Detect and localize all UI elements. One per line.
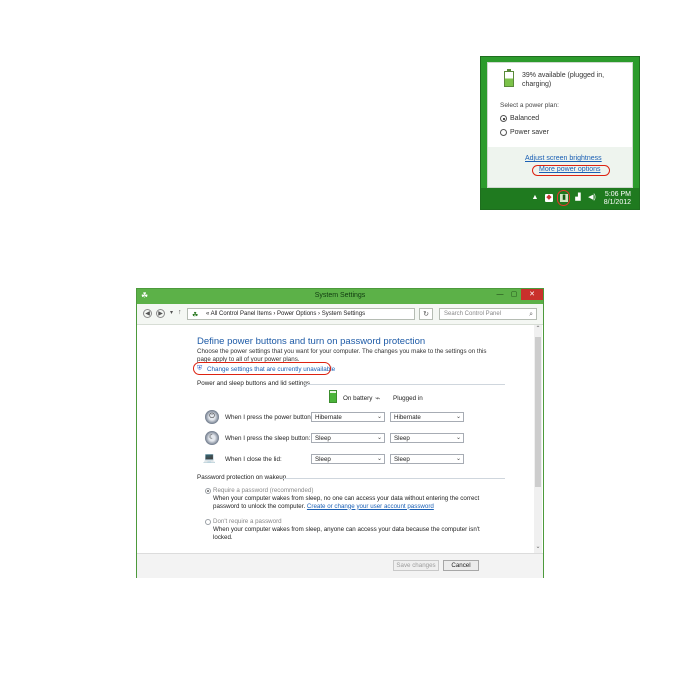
search-input[interactable]: Search Control Panel ⌕ — [439, 308, 537, 320]
plan-power-saver[interactable]: Power saver — [500, 129, 549, 136]
power-button-icon: ⏻ — [205, 410, 219, 424]
address-bar: ◀ ▶ ▾ ↑ ☘ « All Control Panel Items › Po… — [137, 304, 543, 325]
taskbar: ▲ ◆ ▮ ▟ ◀) 5:06 PM 8/1/2012 — [481, 188, 639, 209]
section-divider — [305, 384, 505, 385]
system-settings-window: ☘ System Settings — ▢ ✕ ◀ ▶ ▾ ↑ ☘ « All … — [136, 288, 544, 578]
radio-balanced[interactable] — [500, 115, 507, 122]
no-password-text: When your computer wakes from sleep, any… — [213, 526, 480, 541]
power-button-plugged-in-select[interactable]: Hibernate ⌄ — [390, 412, 464, 422]
maximize-button[interactable]: ▢ — [507, 289, 521, 300]
content-area: Define power buttons and turn on passwor… — [137, 325, 535, 553]
refresh-button[interactable]: ↻ — [419, 308, 433, 320]
col-plugged-in: Plugged in — [393, 395, 423, 402]
col-on-battery: On battery — [343, 395, 373, 402]
address-field[interactable]: ☘ « All Control Panel Items › Power Opti… — [187, 308, 415, 320]
no-password-label: Don't require a password — [213, 518, 282, 525]
page-description: Choose the power settings that you want … — [197, 348, 487, 363]
chevron-down-icon: ⌄ — [376, 435, 382, 441]
chevron-down-icon: ⌄ — [455, 414, 461, 420]
scroll-thumb[interactable] — [535, 337, 541, 487]
radio-no-password[interactable] — [205, 519, 211, 525]
sleep-button-plugged-in-value: Sleep — [394, 435, 410, 442]
title-bar[interactable]: ☘ System Settings — ▢ ✕ — [137, 289, 543, 304]
control-panel-address-icon: ☘ — [192, 312, 199, 319]
close-lid-plugged-in-select[interactable]: Sleep ⌄ — [390, 454, 464, 464]
plan-power-saver-label: Power saver — [510, 129, 549, 136]
create-password-link[interactable]: Create or change your user account passw… — [307, 503, 434, 510]
plan-balanced[interactable]: Balanced — [500, 115, 539, 122]
security-icon[interactable]: ◆ — [545, 194, 553, 202]
close-lid-plugged-in-value: Sleep — [394, 456, 410, 463]
sleep-button-on-battery-select[interactable]: Sleep ⌄ — [311, 433, 385, 443]
radio-require-password[interactable] — [205, 488, 211, 494]
highlight-oval-battery-tray — [557, 190, 570, 206]
window-title: System Settings — [314, 292, 366, 299]
address-path: « All Control Panel Items › Power Option… — [206, 311, 366, 317]
battery-icon — [504, 69, 514, 87]
highlight-oval-change-settings — [193, 362, 331, 375]
laptop-lid-icon: 💻 — [203, 453, 216, 464]
require-password-label: Require a password (recommended) — [213, 487, 314, 494]
page-heading: Define power buttons and turn on passwor… — [197, 336, 426, 347]
chevron-down-icon: ⌄ — [455, 435, 461, 441]
power-button-on-battery-select[interactable]: Hibernate ⌄ — [311, 412, 385, 422]
sleep-button-plugged-in-select[interactable]: Sleep ⌄ — [390, 433, 464, 443]
battery-status: 39% available (plugged in, charging) — [522, 72, 605, 88]
search-icon[interactable]: ⌕ — [529, 309, 533, 320]
plan-balanced-label: Balanced — [510, 115, 540, 122]
section-password: Password protection on wakeup — [197, 474, 287, 481]
chevron-down-icon: ⌄ — [376, 456, 382, 462]
close-lid-on-battery-select[interactable]: Sleep ⌄ — [311, 454, 385, 464]
back-button[interactable]: ◀ — [143, 309, 152, 318]
search-placeholder: Search Control Panel — [444, 311, 502, 317]
minimize-button[interactable]: — — [493, 289, 507, 300]
row-sleep-button-label: When I press the sleep button: — [225, 435, 311, 442]
clock-time: 5:06 PM — [604, 191, 631, 198]
radio-power-saver[interactable] — [500, 129, 507, 136]
on-battery-icon — [329, 390, 337, 403]
up-button[interactable]: ↑ — [178, 309, 182, 316]
power-button-on-battery-value: Hibernate — [315, 414, 342, 421]
require-password-text: When your computer wakes from sleep, no … — [213, 495, 483, 510]
row-power-button-label: When I press the power button: — [225, 414, 313, 421]
close-button[interactable]: ✕ — [521, 289, 543, 300]
chevron-down-icon: ⌄ — [376, 414, 382, 420]
network-icon[interactable]: ▟ — [574, 194, 582, 202]
volume-icon[interactable]: ◀) — [588, 194, 596, 202]
section-divider — [283, 478, 505, 479]
scroll-up-icon[interactable]: ⌃ — [534, 325, 542, 332]
power-button-plugged-in-value: Hibernate — [394, 414, 421, 421]
section-power-buttons: Power and sleep buttons and lid settings — [197, 380, 311, 387]
adjust-brightness-link[interactable]: Adjust screen brightness — [525, 155, 602, 162]
sleep-button-on-battery-value: Sleep — [315, 435, 331, 442]
power-plan-label: Select a power plan: — [500, 102, 559, 109]
highlight-oval-more-power-options — [532, 165, 610, 176]
plugged-in-icon: ⌁ — [375, 393, 381, 403]
sleep-button-icon: ☾ — [205, 431, 219, 445]
cancel-button[interactable]: Cancel — [443, 560, 479, 571]
tray-clock[interactable]: 5:06 PM 8/1/2012 — [604, 191, 631, 207]
scroll-down-icon[interactable]: ⌄ — [534, 543, 542, 550]
close-lid-on-battery-value: Sleep — [315, 456, 331, 463]
clock-date: 8/1/2012 — [603, 199, 631, 206]
show-hidden-icons-arrow[interactable]: ▲ — [531, 194, 539, 202]
vertical-scrollbar[interactable]: ⌃ ⌄ — [534, 325, 542, 553]
save-changes-button[interactable]: Save changes — [393, 560, 439, 571]
row-close-lid-label: When I close the lid: — [225, 456, 282, 463]
footer-bar: Save changes Cancel — [137, 553, 543, 578]
chevron-down-icon: ⌄ — [455, 456, 461, 462]
battery-flyout-panel: 39% available (plugged in, charging) Sel… — [487, 62, 633, 188]
recent-locations-icon[interactable]: ▾ — [170, 309, 173, 316]
battery-flyout: 39% available (plugged in, charging) Sel… — [480, 56, 640, 210]
forward-button[interactable]: ▶ — [156, 309, 165, 318]
